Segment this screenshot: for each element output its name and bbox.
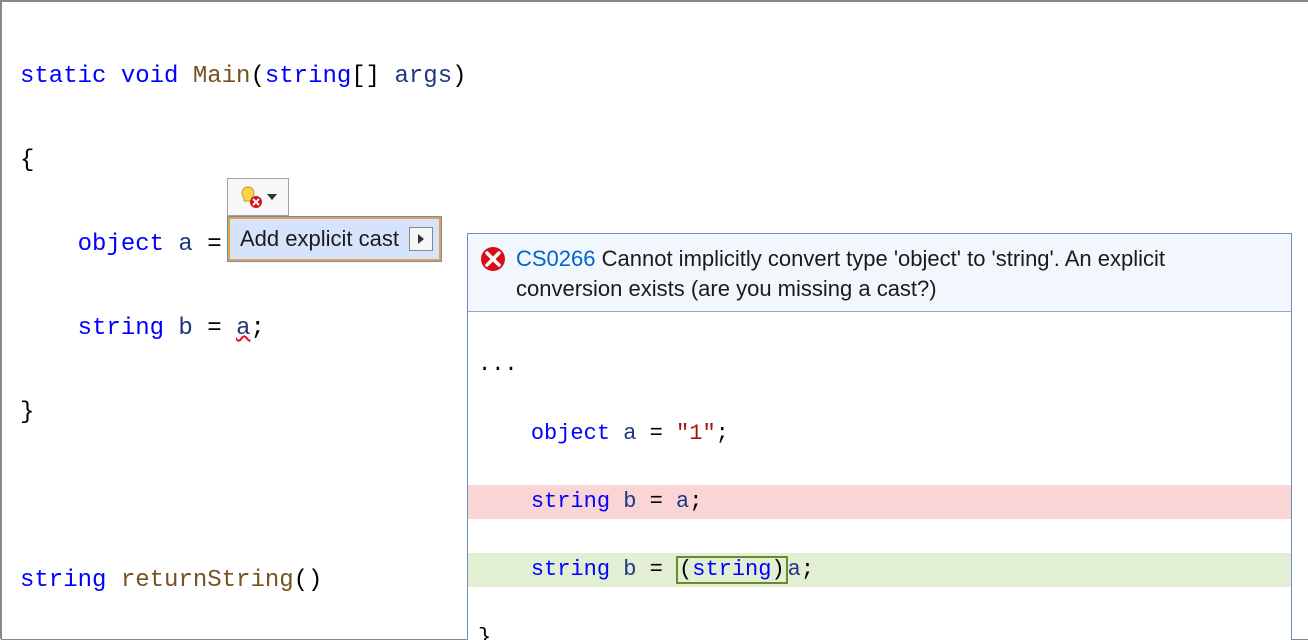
code-line: static void Main(string[] args) <box>20 56 1308 98</box>
chevron-down-icon <box>267 194 277 200</box>
error-icon <box>480 246 506 272</box>
error-message: CS0266 Cannot implicitly convert type 'o… <box>516 244 1279 303</box>
diff-removed-line: string b = a; <box>468 485 1291 519</box>
submenu-arrow-icon[interactable] <box>409 227 433 251</box>
error-squiggle[interactable]: a <box>236 315 250 342</box>
code-fix-preview-panel: CS0266 Cannot implicitly convert type 'o… <box>467 233 1292 640</box>
code-line: { <box>20 140 1308 182</box>
action-item-label: Add explicit cast <box>240 226 399 252</box>
lightbulb-button[interactable] <box>227 178 289 216</box>
diff-context-line: ... <box>468 348 1291 382</box>
error-code: CS0266 <box>516 246 596 271</box>
action-add-explicit-cast[interactable]: Add explicit cast <box>228 217 441 261</box>
diff-context-line: } <box>468 621 1291 640</box>
inserted-cast-highlight: (string) <box>676 556 788 584</box>
lightbulb-error-icon <box>239 185 263 209</box>
preview-code-diff: ... object a = "1"; string b = a; string… <box>468 312 1291 640</box>
preview-header: CS0266 Cannot implicitly convert type 'o… <box>468 234 1291 311</box>
diff-context-line: object a = "1"; <box>468 417 1291 451</box>
quick-actions-menu: Add explicit cast <box>227 216 442 262</box>
diff-added-line: string b = (string)a; <box>468 553 1291 587</box>
